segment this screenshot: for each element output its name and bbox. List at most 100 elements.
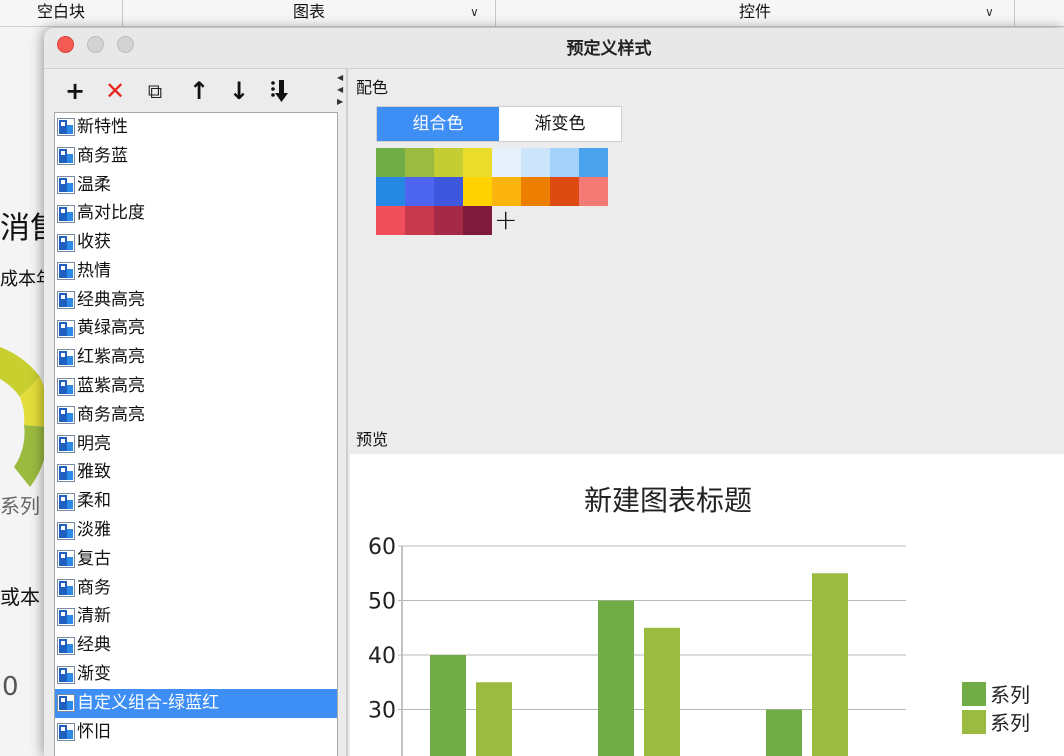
splitter-collapse-handle[interactable]: ◀ ◀ ▶ (337, 72, 345, 112)
list-item-label: 收获 (77, 232, 111, 253)
y-tick-label: 30 (368, 699, 396, 724)
color-section-label: 配色 (356, 78, 389, 97)
color-swatch[interactable] (550, 148, 579, 177)
style-file-icon (57, 377, 75, 396)
color-swatch[interactable] (376, 148, 405, 177)
style-file-icon (57, 463, 75, 482)
bg-text-fragment: 0 (2, 672, 19, 702)
list-item-label: 渐变 (77, 664, 111, 685)
color-swatch[interactable] (376, 177, 405, 206)
move-bottom-button[interactable] (264, 76, 294, 106)
move-up-button[interactable]: ↑ (184, 76, 214, 106)
list-item[interactable]: 渐变 (55, 660, 337, 689)
chevron-down-icon: ∨ (470, 5, 479, 19)
list-item[interactable]: 红紫高亮 (55, 343, 337, 372)
list-item-label: 清新 (77, 606, 111, 627)
list-item[interactable]: 经典 (55, 631, 337, 660)
color-swatch[interactable] (434, 177, 463, 206)
style-file-icon (57, 319, 75, 338)
color-swatch[interactable] (579, 148, 608, 177)
list-item[interactable]: 怀旧 (55, 718, 337, 747)
list-item[interactable]: 淡雅 (55, 516, 337, 545)
style-file-icon (57, 291, 75, 310)
style-file-icon (57, 492, 75, 511)
panel-divider[interactable] (346, 68, 348, 756)
list-item[interactable]: 自定义组合-绿蓝红 (55, 688, 337, 718)
dialog-title: 预定义样式 (566, 39, 652, 59)
tab-combination-color[interactable]: 组合色 (377, 107, 499, 141)
add-color-button[interactable]: + (494, 206, 517, 234)
delete-style-button[interactable]: ✕ (100, 76, 130, 106)
list-item-label: 商务蓝 (77, 145, 128, 166)
color-swatch[interactable] (521, 148, 550, 177)
bg-text-fragment: 系列 (0, 494, 40, 518)
bg-chart-dropdown[interactable]: 图表 (123, 0, 496, 26)
color-swatch[interactable] (376, 206, 405, 235)
style-list[interactable]: 新特性商务蓝温柔高对比度收获热情经典高亮黄绿高亮红紫高亮蓝紫高亮商务高亮明亮雅致… (54, 112, 338, 756)
list-item-label: 自定义组合-绿蓝红 (77, 692, 220, 713)
list-item-label: 红紫高亮 (77, 347, 145, 368)
bar (476, 682, 512, 756)
plus-icon: + (64, 77, 86, 105)
style-file-icon (57, 665, 75, 684)
style-file-icon (57, 550, 75, 569)
list-item[interactable]: 温柔 (55, 171, 337, 200)
list-item-label: 商务高亮 (77, 404, 145, 425)
list-item-label: 热情 (77, 260, 111, 281)
list-item-label: 雅致 (77, 462, 111, 483)
color-swatch[interactable] (405, 177, 434, 206)
list-item[interactable]: 收获 (55, 228, 337, 257)
list-item[interactable]: 商务 (55, 574, 337, 603)
color-swatch[interactable] (405, 206, 434, 235)
list-item[interactable]: 黄绿高亮 (55, 315, 337, 344)
list-item[interactable]: 商务蓝 (55, 142, 337, 171)
copy-style-button[interactable]: ⧉ (140, 76, 170, 106)
legend-swatch (962, 710, 986, 734)
color-swatch[interactable] (550, 177, 579, 206)
list-item[interactable]: 高对比度 (55, 199, 337, 228)
list-item[interactable]: 明亮 (55, 430, 337, 459)
color-swatch[interactable] (405, 148, 434, 177)
list-item[interactable]: 雅致 (55, 459, 337, 488)
list-item[interactable]: 商务高亮 (55, 401, 337, 430)
list-item-label: 黄绿高亮 (77, 318, 145, 339)
list-item-label: 高对比度 (77, 203, 145, 224)
legend-swatch (962, 682, 986, 706)
preview-section-label: 预览 (356, 430, 389, 449)
list-item[interactable]: 复古 (55, 545, 337, 574)
y-tick-label: 40 (368, 644, 396, 669)
list-item-label: 明亮 (77, 433, 111, 454)
list-item[interactable]: 清新 (55, 603, 337, 632)
color-swatch[interactable] (463, 206, 492, 235)
color-swatch[interactable] (463, 177, 492, 206)
color-swatch[interactable] (579, 177, 608, 206)
list-item[interactable]: 经典高亮 (55, 286, 337, 315)
color-swatch[interactable] (434, 206, 463, 235)
y-tick-label: 60 (368, 535, 396, 560)
bg-tab-blank-block[interactable]: 空白块 (0, 0, 123, 26)
add-style-button[interactable]: + (60, 76, 90, 106)
copy-icon: ⧉ (147, 79, 163, 103)
list-item-label: 经典 (77, 635, 111, 656)
bg-dropdown-label: 图表 (292, 2, 325, 21)
color-swatch[interactable] (521, 177, 550, 206)
color-swatch[interactable] (434, 148, 463, 177)
bar (430, 655, 466, 756)
list-item-label: 温柔 (77, 174, 111, 195)
style-list-toolbar: + ✕ ⧉ ↑ ↓ (56, 72, 340, 110)
bg-widget-dropdown[interactable]: 控件 (496, 0, 1015, 26)
color-swatch[interactable] (492, 177, 521, 206)
list-item[interactable]: 蓝紫高亮 (55, 372, 337, 401)
color-swatch[interactable] (463, 148, 492, 177)
color-swatch[interactable] (492, 148, 521, 177)
move-down-button[interactable]: ↓ (224, 76, 254, 106)
style-file-icon (57, 348, 75, 367)
bar (644, 627, 680, 756)
style-file-icon (57, 636, 75, 655)
list-item-label: 淡雅 (77, 520, 111, 541)
tab-gradient-color[interactable]: 渐变色 (499, 107, 621, 141)
list-item[interactable]: 新特性 (55, 113, 337, 142)
style-file-icon (57, 723, 75, 742)
list-item[interactable]: 热情 (55, 257, 337, 286)
list-item[interactable]: 柔和 (55, 487, 337, 516)
